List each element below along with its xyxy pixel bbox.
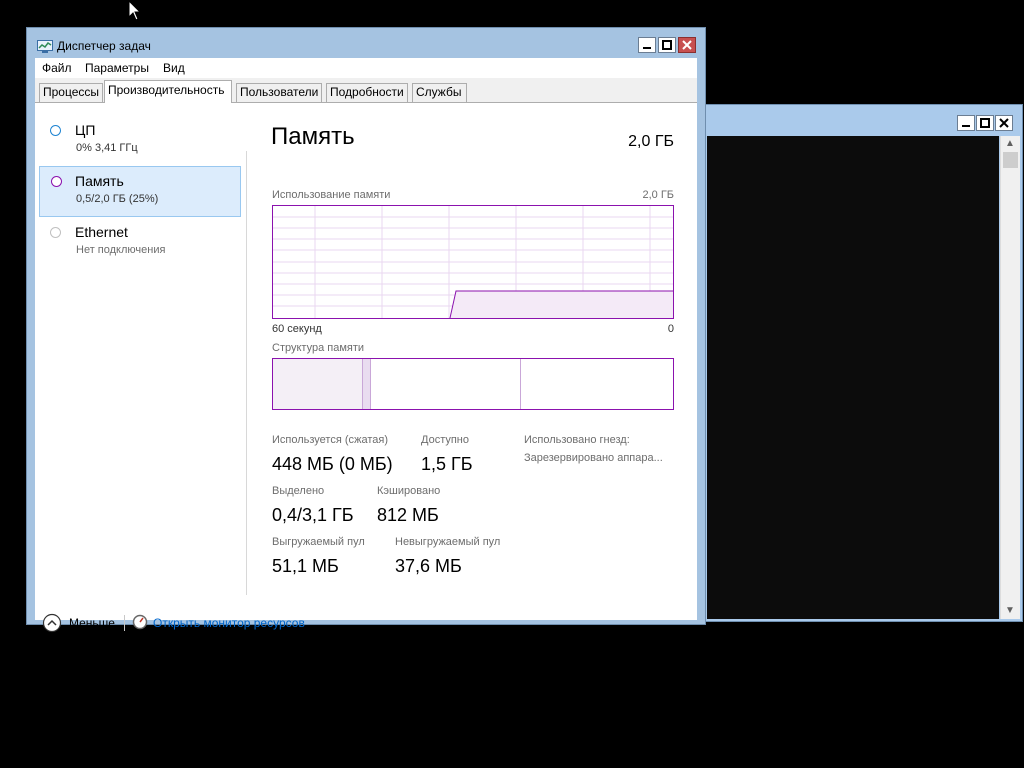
menu-file[interactable]: Файл: [42, 61, 72, 75]
cached-value: 812 МБ: [377, 505, 439, 525]
sidebar-item-ethernet[interactable]: Ethernet Нет подключения: [39, 218, 241, 267]
graph-axis-left: 60 секунд: [272, 323, 322, 335]
console-close-button[interactable]: [995, 115, 1013, 131]
tab-performance[interactable]: Производительность: [104, 80, 232, 103]
structure-graph-label: Структура памяти: [272, 342, 365, 354]
console-content[interactable]: [707, 136, 999, 619]
memory-usage-graph: [272, 205, 674, 319]
memory-total: 2,0 ГБ: [628, 133, 674, 150]
slots-used-label: Использовано гнезд:: [524, 434, 630, 446]
task-manager-window[interactable]: Диспетчер задач Файл Параметры Вид Проце…: [26, 27, 706, 633]
window-title: Диспетчер задач: [57, 39, 151, 53]
memory-composition-bar: [272, 358, 674, 410]
tab-services[interactable]: Службы: [412, 83, 467, 102]
nonpaged-pool-label: Невыгружаемый пул: [395, 536, 501, 548]
nonpaged-pool-value: 37,6 МБ: [395, 556, 462, 576]
composition-in-use: [273, 359, 362, 409]
usage-graph-max: 2,0 ГБ: [642, 189, 674, 201]
minimize-button[interactable]: [638, 37, 656, 53]
sidebar-item-label: Память: [75, 173, 124, 189]
minimize-icon: [643, 47, 651, 49]
pane-divider: [246, 151, 247, 595]
menu-view[interactable]: Вид: [163, 61, 185, 75]
maximize-button[interactable]: [658, 37, 676, 53]
committed-label: Выделено: [272, 485, 325, 497]
close-button[interactable]: [678, 37, 696, 53]
mouse-cursor-icon: [128, 0, 142, 21]
sidebar-item-cpu[interactable]: ЦП 0% 3,41 ГГц: [39, 116, 241, 165]
console-minimize-button[interactable]: [957, 115, 975, 131]
paged-pool-value: 51,1 МБ: [272, 556, 339, 576]
sidebar-item-detail: 0,5/2,0 ГБ (25%): [76, 193, 159, 205]
hardware-reserved-label: Зарезервировано аппара...: [524, 452, 663, 464]
menu-bar: Файл Параметры Вид: [35, 58, 697, 79]
cpu-indicator-icon: [50, 125, 61, 136]
task-manager-app-icon: [37, 40, 53, 53]
close-icon: [682, 40, 692, 50]
footer-divider: [124, 615, 125, 631]
in-use-value: 448 МБ (0 МБ): [272, 454, 393, 474]
memory-indicator-icon: [51, 176, 62, 187]
maximize-icon: [980, 118, 990, 128]
menu-options[interactable]: Параметры: [85, 61, 149, 75]
fewer-details-button[interactable]: Меньше: [69, 616, 115, 630]
minimize-icon: [962, 125, 970, 127]
collapse-chevron-icon[interactable]: [42, 613, 62, 633]
sidebar-item-label: Ethernet: [75, 224, 128, 240]
cached-label: Кэшировано: [377, 485, 441, 497]
available-value: 1,5 ГБ: [421, 454, 473, 474]
tab-strip: Процессы Производительность Пользователи…: [35, 78, 697, 103]
graph-axis-right: 0: [667, 323, 674, 335]
available-label: Доступно: [421, 434, 470, 446]
composition-standby-divider: [520, 359, 521, 409]
composition-modified: [362, 359, 371, 409]
resource-monitor-icon: [132, 614, 148, 630]
paged-pool-label: Выгружаемый пул: [272, 536, 365, 548]
committed-value: 0,4/3,1 ГБ: [272, 505, 354, 525]
sidebar-item-label: ЦП: [75, 122, 96, 138]
scroll-thumb[interactable]: [1003, 152, 1018, 168]
ethernet-indicator-icon: [50, 227, 61, 238]
console-scrollbar[interactable]: ▲ ▼: [1000, 136, 1020, 619]
open-resource-monitor-link[interactable]: Открыть монитор ресурсов: [153, 616, 305, 630]
tab-users[interactable]: Пользователи: [236, 83, 322, 102]
sidebar-item-detail: 0% 3,41 ГГц: [76, 142, 138, 154]
sidebar-item-memory[interactable]: Память 0,5/2,0 ГБ (25%): [39, 166, 241, 217]
tab-details[interactable]: Подробности: [326, 83, 408, 102]
in-use-label: Используется (сжатая): [272, 434, 389, 446]
maximize-icon: [662, 40, 672, 50]
sidebar-item-detail: Нет подключения: [76, 244, 166, 256]
window-client: Файл Параметры Вид Процессы Производител…: [35, 58, 697, 633]
tab-processes[interactable]: Процессы: [39, 83, 103, 102]
usage-graph-label: Использование памяти: [272, 189, 391, 201]
scroll-down-icon[interactable]: ▼: [1001, 603, 1019, 619]
console-window[interactable]: ▲ ▼: [705, 104, 1023, 622]
memory-usage-chart: [273, 206, 673, 319]
console-maximize-button[interactable]: [976, 115, 994, 131]
scroll-up-icon[interactable]: ▲: [1001, 136, 1019, 152]
close-icon: [999, 118, 1009, 128]
page-title: Память: [271, 123, 355, 150]
